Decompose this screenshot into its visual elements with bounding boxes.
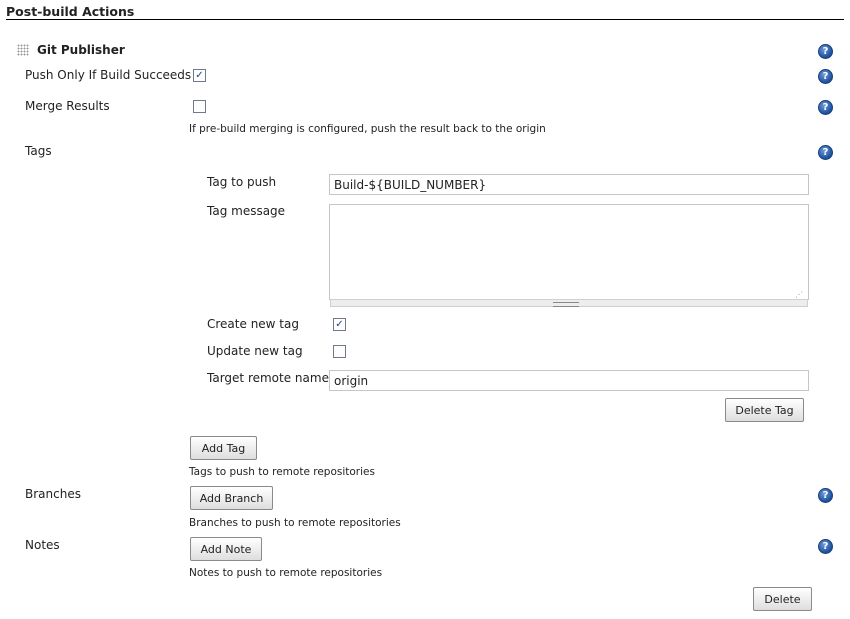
create-new-tag-checkbox[interactable]: ✓: [333, 318, 346, 331]
merge-results-checkbox[interactable]: [193, 100, 206, 113]
help-icon[interactable]: ?: [818, 44, 833, 59]
tag-message-textarea[interactable]: [329, 204, 809, 300]
add-note-button[interactable]: Add Note: [190, 537, 262, 561]
publisher-title: Git Publisher: [37, 43, 125, 57]
help-icon[interactable]: ?: [818, 539, 833, 554]
delete-publisher-button[interactable]: Delete: [753, 587, 812, 611]
tags-label: Tags: [25, 144, 52, 158]
branches-description: Branches to push to remote repositories: [189, 517, 401, 529]
tag-to-push-label: Tag to push: [207, 175, 277, 189]
section-title: Post-build Actions: [6, 4, 135, 19]
help-icon[interactable]: ?: [818, 100, 833, 115]
tags-description: Tags to push to remote repositories: [189, 466, 375, 478]
notes-description: Notes to push to remote repositories: [189, 567, 383, 579]
branches-label: Branches: [25, 487, 81, 501]
push-only-checkbox[interactable]: ✓: [193, 69, 206, 82]
drag-handle-icon[interactable]: [17, 44, 29, 56]
merge-results-description: If pre-build merging is configured, push…: [189, 123, 546, 135]
delete-tag-button[interactable]: Delete Tag: [725, 398, 804, 422]
target-remote-label: Target remote name: [207, 371, 329, 385]
update-new-tag-checkbox[interactable]: [333, 345, 346, 358]
resize-corner-icon[interactable]: ⋰: [795, 290, 803, 299]
update-new-tag-label: Update new tag: [207, 344, 303, 358]
add-branch-button[interactable]: Add Branch: [190, 486, 273, 510]
grip-lines-icon: [553, 302, 579, 307]
tag-to-push-input[interactable]: [329, 174, 809, 195]
add-tag-button[interactable]: Add Tag: [190, 436, 257, 460]
help-icon[interactable]: ?: [818, 488, 833, 503]
help-icon[interactable]: ?: [818, 145, 833, 160]
section-divider: [6, 19, 844, 20]
merge-results-label: Merge Results: [25, 99, 110, 113]
help-icon[interactable]: ?: [818, 69, 833, 84]
tag-message-label: Tag message: [207, 204, 286, 218]
create-new-tag-label: Create new tag: [207, 317, 299, 331]
push-only-label: Push Only If Build Succeeds: [25, 68, 192, 82]
target-remote-input[interactable]: [329, 370, 809, 391]
notes-label: Notes: [25, 538, 60, 552]
